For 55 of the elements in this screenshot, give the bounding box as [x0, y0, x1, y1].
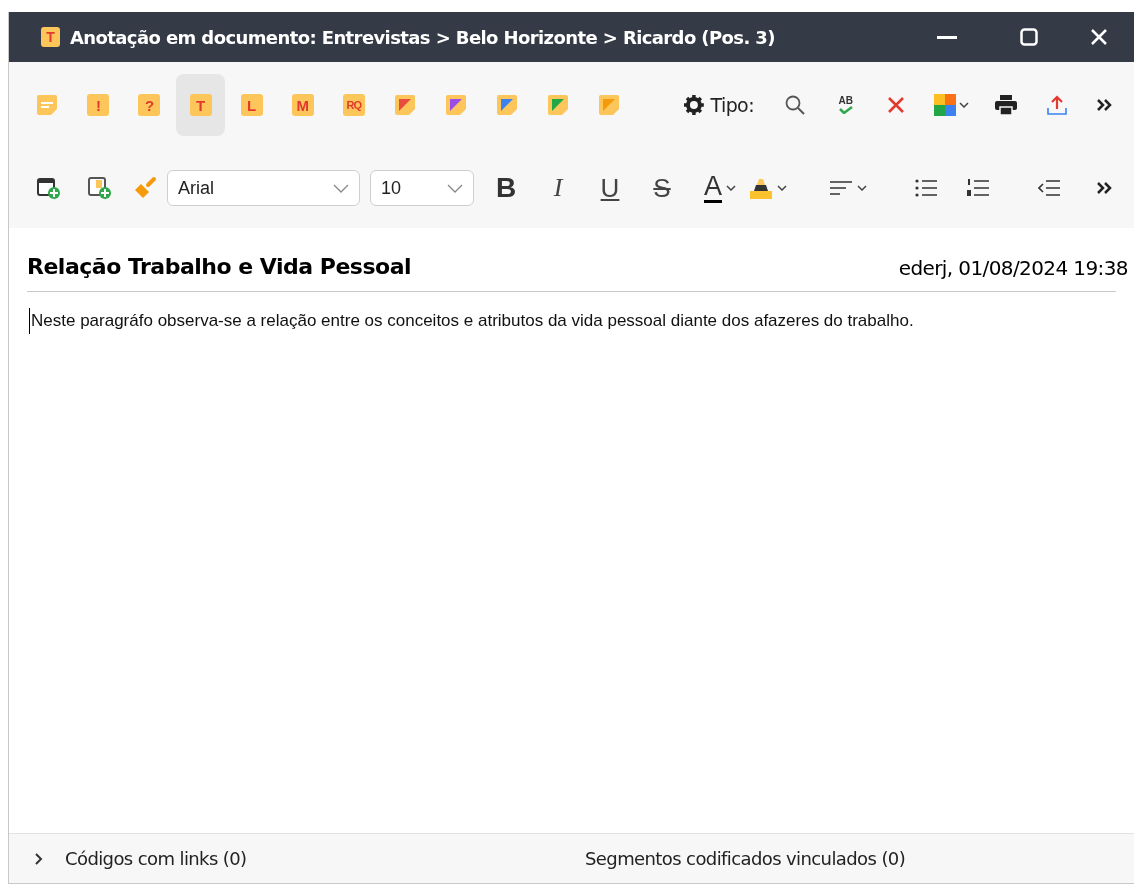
- calendar-add-icon: [36, 176, 61, 200]
- italic-button[interactable]: I: [532, 163, 584, 213]
- memo-author-date: ederj, 01/08/2024 19:38: [898, 255, 1128, 282]
- printer-icon: [995, 95, 1018, 115]
- window-title: Anotação em documento: Entrevistas > Belo Horizonte > Ricardo (Pos. 3): [70, 25, 775, 50]
- maximize-icon: [1020, 28, 1038, 46]
- bullet-list-icon: [915, 179, 937, 197]
- brush-icon: [133, 176, 157, 200]
- search-icon: [785, 95, 806, 115]
- double-chevron-icon: [1096, 181, 1112, 195]
- close-icon: [887, 96, 906, 114]
- spell-check-button[interactable]: AB: [820, 80, 872, 130]
- strike-button[interactable]: S: [636, 163, 688, 213]
- numbered-list-icon: [966, 179, 989, 197]
- font-color-button[interactable]: A: [696, 163, 744, 213]
- chevron-down-icon: [776, 185, 787, 191]
- highlighter-icon: [749, 177, 772, 199]
- bold-button[interactable]: B: [480, 163, 532, 213]
- memo-type-label: RQ: [342, 94, 365, 116]
- minimize-icon: [937, 35, 957, 39]
- memo-type-label: !: [87, 94, 110, 116]
- double-chevron-icon: [1096, 98, 1113, 112]
- memo-type-label: L: [240, 94, 263, 116]
- linked-segments-label[interactable]: Segmentos codificados vinculados (0): [585, 845, 906, 872]
- align-left-icon: [829, 180, 852, 196]
- note-icon: [36, 94, 59, 116]
- chevron-down-icon: [333, 183, 349, 193]
- chevron-down-icon: [958, 102, 969, 108]
- note-icon: [445, 94, 468, 116]
- check-icon: [838, 106, 853, 114]
- gear-icon: [683, 95, 704, 115]
- note-icon: [547, 94, 570, 116]
- type-label: Tipo:: [710, 92, 754, 118]
- underline-button[interactable]: U: [584, 163, 636, 213]
- outdent-icon: [1038, 179, 1060, 197]
- puzzle-icon: [933, 94, 956, 116]
- memo-type-label: T: [189, 94, 212, 116]
- image-add-icon: [87, 176, 112, 200]
- chevron-down-icon: [726, 185, 736, 191]
- caret-icon[interactable]: [33, 852, 43, 865]
- memo-icon: T: [41, 27, 60, 47]
- memo-text[interactable]: Neste paragráfo observa-se a relação entre os conceitos e atributos da vida pessoal diante dos afazeres do trabalho.: [29, 308, 1116, 334]
- close-icon: [1090, 28, 1108, 46]
- memo-type-label: M: [291, 94, 314, 116]
- chevron-down-icon: [447, 183, 463, 193]
- upload-icon: [1046, 94, 1069, 116]
- font-size-dropdown[interactable]: 10: [370, 170, 474, 206]
- note-icon: [598, 94, 621, 116]
- note-icon: [393, 94, 416, 116]
- note-icon: [496, 94, 519, 116]
- chevron-down-icon: [856, 185, 867, 191]
- memo-type-label: ?: [138, 94, 161, 116]
- memo-title: Relação Trabalho e Vida Pessoal: [27, 253, 411, 281]
- font-dropdown[interactable]: Arial: [167, 170, 360, 206]
- linked-codes-label[interactable]: Códigos com links (0): [65, 845, 585, 872]
